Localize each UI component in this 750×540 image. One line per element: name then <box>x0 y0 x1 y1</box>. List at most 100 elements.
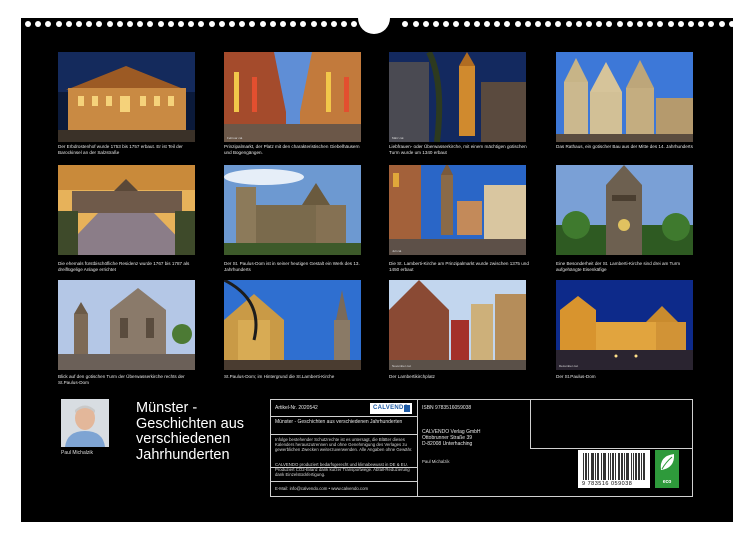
photo-6-caption: Der St. Paulus-Dom ist in seiner heutige… <box>224 261 360 272</box>
binding-hole <box>45 21 52 27</box>
barcode-bar <box>598 453 599 480</box>
binding-hole <box>647 21 654 27</box>
logo-mark-icon <box>404 405 410 412</box>
author-name: Paul Michalzik <box>61 450 93 456</box>
binding-hole <box>473 21 480 27</box>
divider <box>271 481 417 482</box>
climate-notice: CALVENDO produziert bedarfsgerecht und k… <box>275 462 410 478</box>
binding-hole <box>453 21 460 27</box>
binding-hole <box>728 21 735 27</box>
photo-credit: Dezember cal. <box>559 364 579 368</box>
barcode-bar <box>586 453 587 480</box>
barcode-bar <box>605 453 606 480</box>
photo-3-caption: Liebfrauen- oder Überwasserkirche, mit e… <box>389 144 527 155</box>
photo-7-lamberti-prinzipalmarkt: Juli cal. <box>389 165 526 255</box>
barcode-bar <box>595 453 596 480</box>
photo-11-lambertikirchplatz: November cal. <box>389 280 526 370</box>
binding-hole <box>422 21 429 27</box>
binding-hole <box>606 21 613 27</box>
binding-hole <box>127 21 133 27</box>
binding-hole <box>167 21 174 27</box>
binding-hole <box>208 21 215 27</box>
barcode-bar <box>593 453 594 480</box>
photo-3-ueberwasserkirche: März cal. <box>389 52 526 142</box>
divider <box>271 416 417 417</box>
barcode-bar <box>610 453 611 480</box>
binding-hole <box>412 21 419 27</box>
barcode-bar <box>636 453 637 480</box>
barcode-bar <box>641 453 642 480</box>
binding-hole <box>586 21 592 27</box>
barcode-bar <box>633 453 634 480</box>
binding-hole <box>310 21 317 27</box>
barcode-bar <box>635 453 636 480</box>
contact-line: E-Mail: info@calvendo.com • www.calvendo… <box>275 486 369 491</box>
divider <box>417 400 418 496</box>
barcode-bar <box>583 453 584 480</box>
binding-hole <box>198 21 205 27</box>
photo-10-caption: St.Paulus-Dom; im Hintergrund die St.Lam… <box>224 374 335 379</box>
binding-hole <box>116 21 123 27</box>
photo-9-ueberwasser-dom <box>58 280 195 370</box>
barcode-bar <box>604 453 605 480</box>
barcode-bar <box>626 453 627 480</box>
photo-10-paulus-dom-lamberti <box>224 280 361 370</box>
binding-hole <box>86 21 93 27</box>
isbn-barcode: 9 783516 059038 <box>578 450 650 488</box>
photographer: Paul Michalzik <box>422 459 450 464</box>
binding-hole <box>331 21 337 27</box>
binding-hole <box>657 21 664 27</box>
photo-1-erbdrostenhof <box>58 52 195 142</box>
barcode-bar <box>597 453 598 480</box>
binding-hole <box>25 21 31 27</box>
binding-hole <box>65 21 72 27</box>
barcode-bar <box>622 453 623 480</box>
binding-hole <box>320 21 327 27</box>
barcode-bar <box>592 453 593 480</box>
binding-hole <box>443 21 450 27</box>
photo-5-caption: Die ehemals fürstbischöfliche Residenz w… <box>58 261 190 272</box>
binding-hole <box>698 21 705 27</box>
binding-hole <box>147 21 154 27</box>
photo-6-paulus-dom <box>224 165 361 255</box>
binding-hole <box>463 21 470 27</box>
barcode-bar <box>639 453 640 480</box>
binding-hole <box>708 21 715 27</box>
photo-5-residenz <box>58 165 195 255</box>
photo-2-prinzipalmarkt: Februar cal. <box>224 52 361 142</box>
binding-hole <box>178 21 184 27</box>
binding-hole <box>402 21 409 27</box>
calendar-back-cover: Februar cal. März cal. Der Erbdrostenhof… <box>21 14 735 522</box>
divider <box>530 448 692 449</box>
barcode-bar <box>588 453 589 480</box>
barcode-bar <box>613 453 614 480</box>
binding-hole <box>484 21 490 27</box>
barcode-bar <box>644 453 645 480</box>
binding-hole <box>616 21 623 27</box>
photo-12-caption: Der St.Paulus-Dom <box>556 374 596 379</box>
photo-1-caption: Der Erbdrostenhof wurde 1753 bis 1757 er… <box>58 144 183 155</box>
eco-badge: eco <box>655 450 679 488</box>
calvendo-logo: CALVENDO <box>370 403 412 414</box>
binding-hole <box>596 21 603 27</box>
binding-hole <box>137 21 144 27</box>
barcode-bar <box>601 453 602 480</box>
binding-hole <box>565 21 572 27</box>
photo-9-caption: Blick auf den gotischen Turm der Überwas… <box>58 374 185 385</box>
binding-hole <box>718 21 725 27</box>
leaf-icon <box>660 454 675 470</box>
photo-4-caption: Das Rathaus, ein gotischer Bau aus der M… <box>556 144 693 149</box>
divider <box>271 434 417 435</box>
publisher-line-3: D-82008 Unterhaching <box>422 441 473 447</box>
binding-hole <box>677 21 684 27</box>
photo-11-caption: Der Lambertikirchplatz <box>389 374 435 379</box>
binding-hole <box>626 21 633 27</box>
barcode-bar <box>643 453 644 480</box>
barcode-bar <box>628 453 629 480</box>
photo-credit: Februar cal. <box>227 136 244 140</box>
eco-label: eco <box>662 479 672 485</box>
binding-hole <box>218 21 225 27</box>
binding-hole <box>300 21 307 27</box>
photo-12-paulus-dom-night: Dezember cal. <box>556 280 693 370</box>
binding-hole <box>351 21 358 27</box>
